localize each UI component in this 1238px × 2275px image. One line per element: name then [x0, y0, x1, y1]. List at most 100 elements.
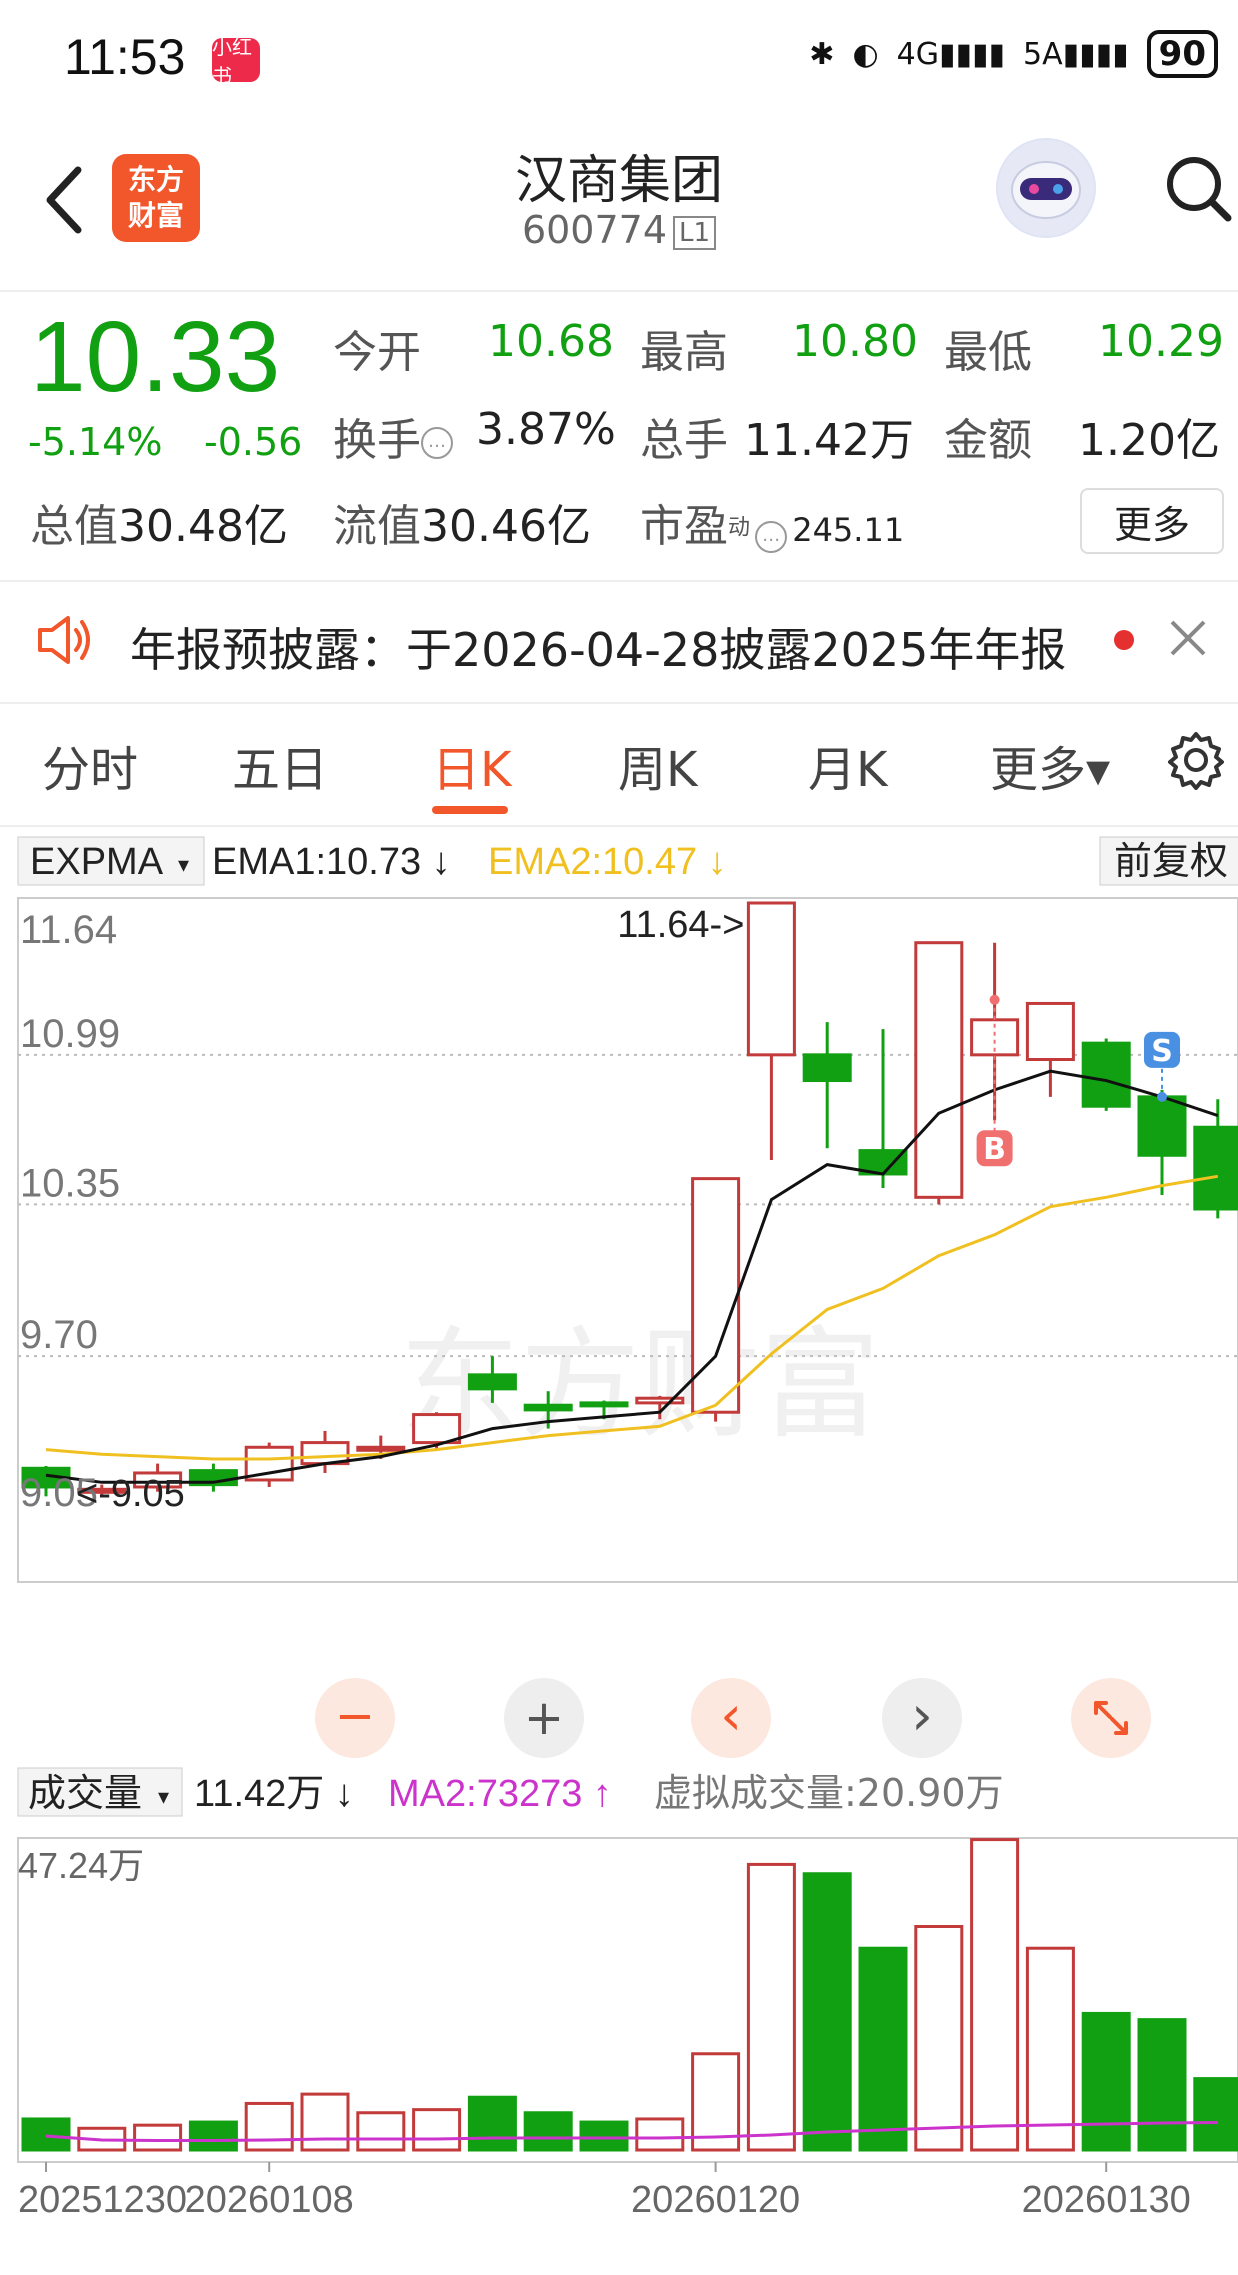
low-label: 最低	[944, 327, 1032, 378]
dropdown-icon: ▾	[158, 1785, 169, 1810]
volume-max-label: 47.24万	[18, 1845, 144, 1886]
volume-bar-down	[802, 1872, 852, 2152]
pe-ratio: 市盈动 … 245.11	[640, 501, 905, 553]
candle-up	[691, 1177, 741, 1414]
buy-signal-label: B	[983, 1132, 1006, 1167]
svg-text:+: +	[524, 1690, 564, 1746]
volume-bar-up	[244, 2101, 294, 2152]
indicator-name[interactable]: EXPMA	[30, 841, 164, 883]
tab-weekly-k[interactable]: 周K	[618, 730, 697, 800]
volume-label: 总手	[640, 415, 728, 466]
volume-bar-down	[21, 2117, 71, 2152]
adjust-label[interactable]: 前复权	[1114, 839, 1228, 883]
gear-icon[interactable]	[1166, 730, 1226, 790]
price-axis-label: 11.64	[20, 908, 117, 952]
status-icons: ✱ ◐ 4G▮▮▮▮ 5A▮▮▮▮ 90	[809, 30, 1218, 78]
candle-up	[356, 1445, 406, 1452]
tab-monthly-k[interactable]: 月K	[808, 730, 887, 800]
candle-down	[802, 1053, 852, 1083]
volume-bar-up	[1025, 1946, 1075, 2152]
candle-down	[523, 1403, 573, 1412]
tab-intraday[interactable]: 分时	[42, 730, 138, 800]
notification-app-icon: 小红书	[212, 35, 260, 88]
candle-down	[1193, 1125, 1238, 1211]
assistant-robot-icon[interactable]	[996, 138, 1096, 238]
x-axis-label: 20260130	[1022, 2179, 1191, 2221]
volume-bar-down	[188, 2120, 238, 2152]
tab-daily-k[interactable]: 日K	[432, 730, 511, 800]
volume-bar-down	[1081, 2011, 1131, 2152]
volume-bar-up	[746, 1862, 796, 2152]
scroll-right-button[interactable]: ›	[882, 1678, 962, 1758]
candle-down	[1137, 1095, 1187, 1157]
tab-five-day[interactable]: 五日	[232, 730, 328, 800]
notice-text[interactable]: 年报预披露：于2026-04-28披露2025年年报	[130, 614, 1066, 680]
volume-bar-down	[858, 1946, 908, 2152]
price-axis-label: 10.99	[20, 1012, 120, 1056]
change-percent: -5.14%	[28, 420, 163, 464]
level-badge: L1	[673, 215, 717, 250]
virtual-volume-label: 虚拟成交量:20.90万	[654, 1771, 1004, 1815]
signal-4g-icon: 4G▮▮▮▮	[896, 36, 1006, 72]
high-value: 10.80	[792, 316, 918, 367]
kline-chart[interactable]: EXPMA ▾ EMA1:10.73 ↓ EMA2:10.47 ↓ 前复权 东方…	[0, 826, 1238, 2275]
candle-down	[579, 1401, 629, 1408]
signal-dot	[989, 994, 1000, 1005]
volume-bar-up	[970, 1838, 1020, 2152]
zoom-in-button[interactable]: +	[504, 1678, 584, 1758]
candle-up	[412, 1413, 462, 1445]
candle-up	[746, 901, 796, 1057]
min-price-marker: <-9.05	[76, 1473, 185, 1515]
svg-text:−: −	[335, 1688, 375, 1744]
volume-bar-up	[356, 2111, 406, 2152]
amount-label: 金额	[944, 415, 1032, 466]
volume-value-label: 11.42万 ↓	[194, 1773, 354, 1815]
open-label: 今开	[333, 327, 421, 378]
volume-bar-up	[133, 2123, 183, 2152]
x-axis-label: 20260108	[185, 2179, 354, 2221]
status-time: 11:53	[64, 29, 186, 85]
fullscreen-icon[interactable]	[1071, 1678, 1151, 1758]
more-quote-button[interactable]: 更多	[1080, 488, 1224, 554]
x-axis-label: 20260120	[631, 2179, 800, 2221]
battery-icon: 90	[1146, 30, 1218, 78]
volume-bar-up	[412, 2108, 462, 2152]
close-icon[interactable]	[1166, 616, 1210, 660]
svg-text:‹: ‹	[720, 1684, 742, 1747]
volume-indicator-name[interactable]: 成交量	[28, 1771, 142, 1815]
dropdown-icon: ▾	[178, 853, 189, 878]
signal-dot	[1157, 1091, 1167, 1102]
tab-more[interactable]: 更多▾	[990, 730, 1110, 800]
scroll-left-button[interactable]: ‹	[691, 1678, 771, 1758]
volume-value: 11.42万	[744, 415, 914, 466]
ema2-value: EMA2:10.47 ↓	[488, 841, 727, 883]
price-axis-label: 10.35	[20, 1161, 120, 1205]
status-bar: 11:53 小红书 ✱ ◐ 4G▮▮▮▮ 5A▮▮▮▮ 90	[0, 0, 1238, 120]
max-price-marker: 11.64->	[617, 904, 744, 946]
search-icon[interactable]	[1162, 148, 1232, 228]
candle-down	[1081, 1041, 1131, 1108]
active-tab-indicator	[432, 806, 508, 814]
ema1-value: EMA1:10.73 ↓	[212, 841, 451, 883]
price-axis-label: 9.70	[20, 1313, 98, 1357]
high-label: 最高	[640, 327, 728, 378]
sell-signal-label: S	[1151, 1034, 1173, 1069]
zoom-out-button[interactable]: −	[315, 1678, 395, 1758]
volume-bar-down	[467, 2095, 517, 2152]
volume-bar-down	[1137, 2018, 1187, 2152]
volume-bar-up	[300, 2092, 350, 2152]
float-cap: 流值30.46亿	[333, 501, 591, 552]
volume-bar-down	[1193, 2077, 1238, 2152]
current-price: 10.33	[30, 301, 281, 413]
volume-bar-up	[635, 2117, 685, 2152]
volume-bar-up	[914, 1925, 964, 2152]
turnover-label: 换手…	[333, 404, 453, 468]
volume-ma2-label: MA2:73273 ↑	[388, 1773, 612, 1815]
volume-bar-down	[523, 2111, 573, 2152]
bluetooth-icon: ✱	[809, 36, 835, 72]
candle-up	[635, 1396, 685, 1405]
info-icon: …	[421, 427, 453, 459]
candle-down	[467, 1373, 517, 1391]
low-value: 10.29	[1098, 316, 1224, 367]
hd-call-icon: ◐	[852, 36, 879, 72]
